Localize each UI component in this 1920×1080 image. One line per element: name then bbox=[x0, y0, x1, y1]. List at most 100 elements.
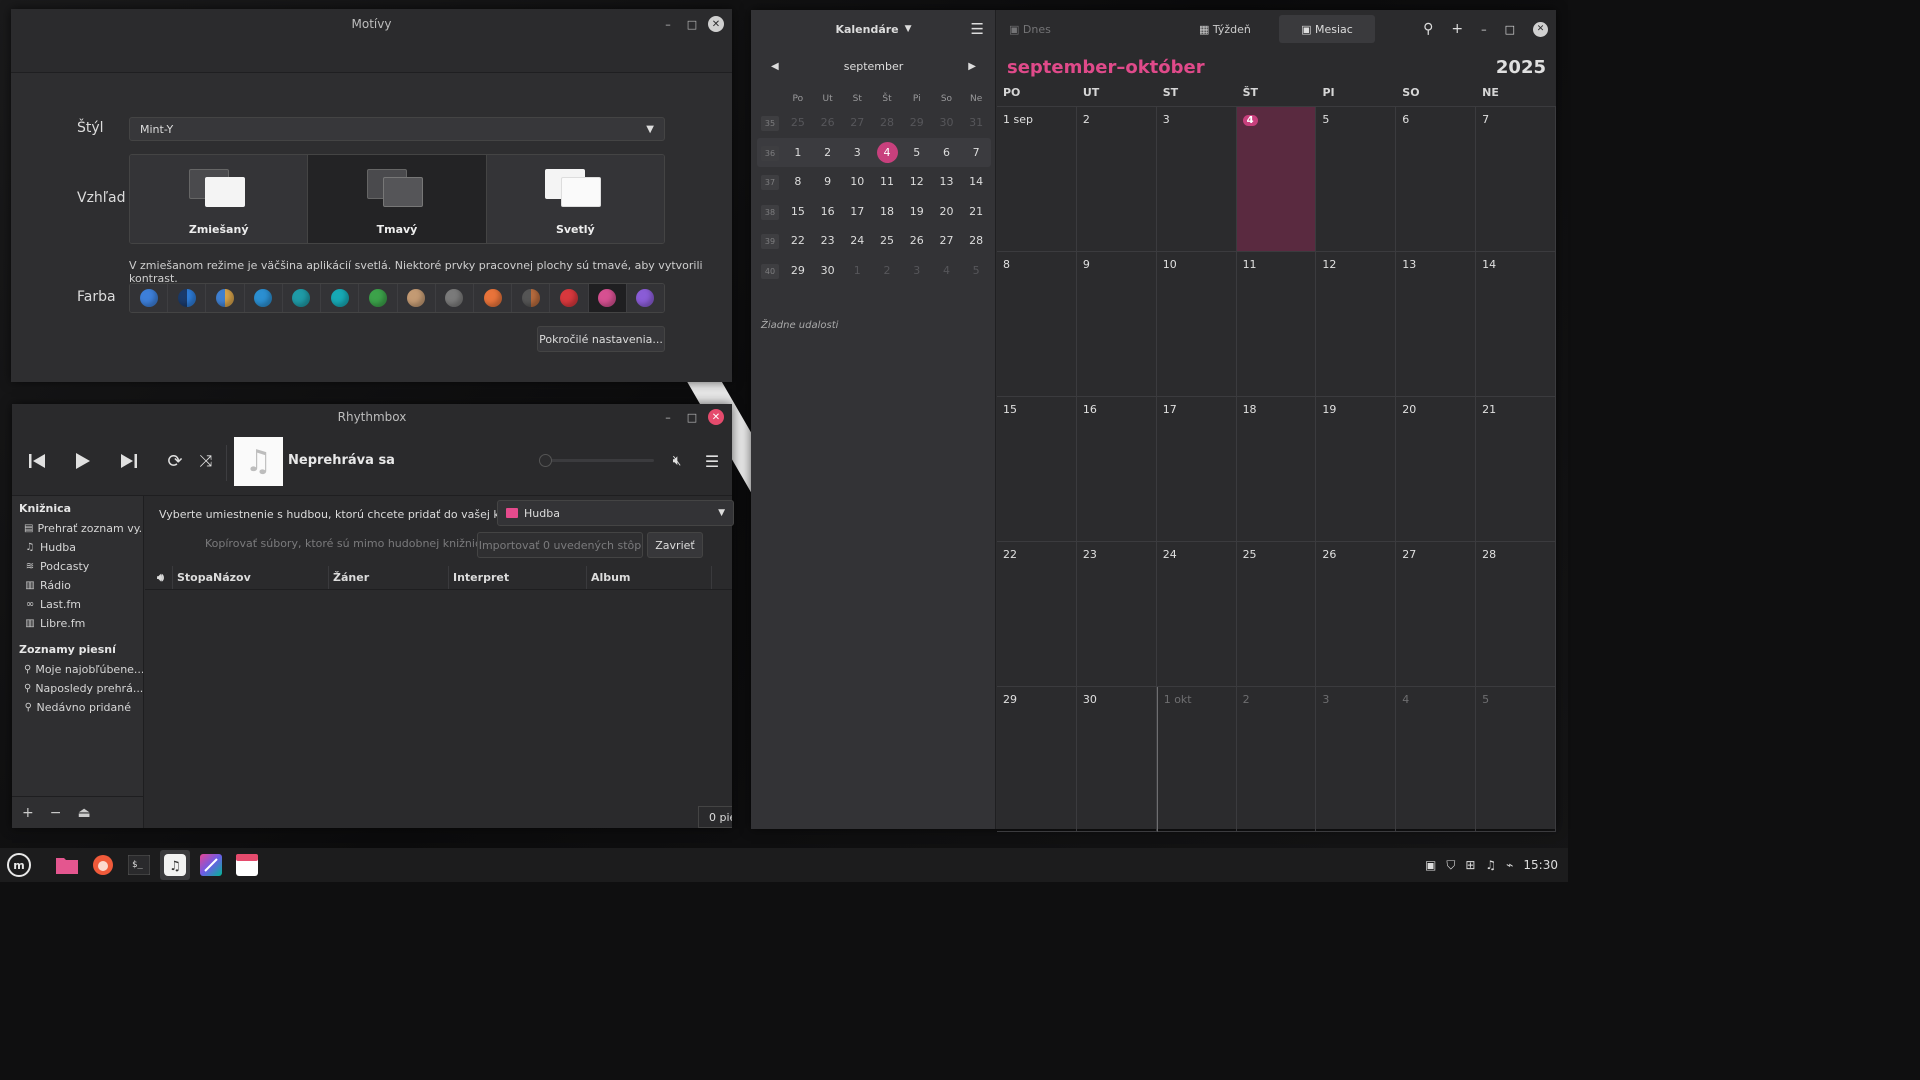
close-import-button[interactable]: Zavrieť bbox=[647, 532, 703, 558]
mini-day[interactable]: 28 bbox=[872, 116, 902, 129]
power-plug-icon[interactable]: ⌁ bbox=[1506, 858, 1513, 872]
day-cell[interactable]: 18 bbox=[1236, 397, 1317, 542]
maximize-icon[interactable]: □ bbox=[684, 16, 700, 32]
mini-day[interactable]: 13 bbox=[932, 175, 962, 188]
clipboard-icon[interactable]: ▣ bbox=[1425, 858, 1436, 872]
maximize-icon[interactable]: □ bbox=[684, 409, 700, 425]
search-icon[interactable]: ⚲ bbox=[1423, 21, 1433, 37]
day-cell[interactable]: 2 bbox=[1236, 687, 1317, 832]
mini-day[interactable]: 18 bbox=[872, 205, 902, 218]
day-cell[interactable]: 4 bbox=[1396, 687, 1477, 832]
mini-day[interactable]: 12 bbox=[902, 175, 932, 188]
firefox-icon[interactable] bbox=[88, 850, 118, 880]
advanced-settings-button[interactable]: Pokročilé nastavenia... bbox=[537, 326, 665, 352]
column-track[interactable]: Stopa bbox=[173, 566, 213, 589]
mini-day[interactable]: 15 bbox=[783, 205, 813, 218]
day-cell[interactable]: 3 bbox=[1316, 687, 1397, 832]
volume-column-icon[interactable]: 🔊︎ bbox=[145, 566, 173, 589]
sidebar-item-favorites[interactable]: ⚲ Moje najobľúbene... bbox=[12, 660, 143, 679]
mini-day[interactable]: 27 bbox=[842, 116, 872, 129]
mini-day[interactable]: 29 bbox=[902, 116, 932, 129]
day-cell[interactable]: 8 bbox=[997, 252, 1077, 397]
mini-day[interactable]: 6 bbox=[932, 146, 962, 159]
sidebar-item-librefm[interactable]: ▥ Libre.fm bbox=[12, 614, 143, 633]
day-cell[interactable]: 4 bbox=[1236, 107, 1317, 252]
look-light[interactable]: Svetlý bbox=[486, 155, 664, 243]
color-swatch[interactable] bbox=[282, 284, 322, 312]
shield-icon[interactable]: ⛉ bbox=[1446, 858, 1455, 873]
mini-day[interactable]: 4 bbox=[932, 264, 962, 277]
mini-day[interactable]: 29 bbox=[783, 264, 813, 277]
mini-day[interactable]: 17 bbox=[842, 205, 872, 218]
day-cell[interactable]: 14 bbox=[1476, 252, 1556, 397]
mini-day[interactable]: 20 bbox=[932, 205, 962, 218]
mini-day[interactable]: 26 bbox=[902, 234, 932, 247]
color-swatch[interactable] bbox=[473, 284, 513, 312]
day-cell[interactable]: 26 bbox=[1316, 542, 1397, 687]
color-swatch[interactable] bbox=[626, 284, 664, 312]
close-icon[interactable]: ✕ bbox=[708, 16, 724, 32]
minimize-icon[interactable]: – bbox=[660, 409, 676, 425]
music-note-icon[interactable]: ♫ bbox=[1485, 858, 1496, 872]
day-cell[interactable]: 10 bbox=[1156, 252, 1237, 397]
import-tracks-button[interactable]: Importovať 0 uvedených stôp bbox=[477, 532, 643, 558]
mini-day[interactable]: 4 bbox=[872, 141, 902, 163]
day-cell[interactable]: 19 bbox=[1316, 397, 1397, 542]
mini-day[interactable]: 25 bbox=[872, 234, 902, 247]
look-dark[interactable]: Tmavý bbox=[308, 155, 487, 243]
mini-day[interactable]: 3 bbox=[902, 264, 932, 277]
chevron-down-icon[interactable]: ▼ bbox=[905, 24, 912, 34]
day-cell[interactable]: 29 bbox=[997, 687, 1077, 832]
mini-day[interactable]: 31 bbox=[961, 116, 991, 129]
day-cell[interactable]: 7 bbox=[1476, 107, 1556, 252]
add-icon[interactable]: + bbox=[22, 805, 34, 821]
eject-icon[interactable]: ⏏ bbox=[77, 805, 90, 821]
look-mixed[interactable]: Zmiešaný bbox=[130, 155, 309, 243]
day-cell[interactable]: 5 bbox=[1476, 687, 1556, 832]
sidebar-item-lastfm[interactable]: ∞ Last.fm bbox=[12, 595, 143, 614]
mini-day[interactable]: 28 bbox=[961, 234, 991, 247]
remove-icon[interactable]: − bbox=[50, 805, 62, 821]
week-view-button[interactable]: ▦ Týždeň bbox=[1199, 23, 1251, 36]
play-icon[interactable] bbox=[72, 450, 94, 472]
day-cell[interactable]: 30 bbox=[1076, 687, 1157, 832]
color-swatch[interactable] bbox=[244, 284, 283, 312]
close-icon[interactable]: ✕ bbox=[708, 409, 724, 425]
day-cell[interactable]: 2 bbox=[1076, 107, 1157, 252]
style-dropdown[interactable]: Mint-Y ▼ bbox=[129, 117, 665, 141]
sidebar-item-recently-added[interactable]: ⚲ Nedávno pridané bbox=[12, 698, 143, 717]
mini-day[interactable]: 11 bbox=[872, 175, 902, 188]
next-icon[interactable] bbox=[118, 450, 140, 472]
mini-day[interactable]: 25 bbox=[783, 116, 813, 129]
color-swatch[interactable] bbox=[512, 284, 551, 312]
day-cell[interactable]: 20 bbox=[1396, 397, 1477, 542]
day-cell[interactable]: 23 bbox=[1076, 542, 1157, 687]
mini-day[interactable]: 5 bbox=[961, 264, 991, 277]
today-button[interactable]: ▣ Dnes bbox=[1009, 23, 1051, 36]
calendar-taskbar-icon[interactable] bbox=[232, 850, 262, 880]
mini-day[interactable]: 5 bbox=[902, 146, 932, 159]
mini-day[interactable]: 26 bbox=[813, 116, 843, 129]
day-cell[interactable]: 28 bbox=[1476, 542, 1556, 687]
day-cell[interactable]: 16 bbox=[1076, 397, 1157, 542]
mute-icon[interactable]: 🔇︎ bbox=[667, 451, 687, 471]
day-cell[interactable]: 17 bbox=[1156, 397, 1237, 542]
calendars-menu-button[interactable]: Kalendáre bbox=[835, 23, 898, 36]
mini-day[interactable]: 23 bbox=[813, 234, 843, 247]
sidebar-item-music[interactable]: ♫ Hudba bbox=[12, 538, 143, 557]
color-swatch[interactable] bbox=[130, 284, 169, 312]
mini-day[interactable]: 14 bbox=[961, 175, 991, 188]
day-cell[interactable]: 9 bbox=[1076, 252, 1157, 397]
mini-day[interactable]: 8 bbox=[783, 175, 813, 188]
next-month-icon[interactable]: ▶ bbox=[968, 61, 976, 72]
column-album[interactable]: Album bbox=[587, 566, 712, 589]
day-cell[interactable]: 12 bbox=[1316, 252, 1397, 397]
mini-day[interactable]: 22 bbox=[783, 234, 813, 247]
sidebar-item-radio[interactable]: ▥ Rádio bbox=[12, 576, 143, 595]
day-cell[interactable]: 3 bbox=[1156, 107, 1237, 252]
mini-day[interactable]: 19 bbox=[902, 205, 932, 218]
terminal-icon[interactable]: $_ bbox=[124, 850, 154, 880]
color-swatch[interactable] bbox=[550, 284, 589, 312]
menu-icon[interactable]: ☰ bbox=[702, 451, 722, 471]
sidebar-item-recently-played[interactable]: ⚲ Naposledy prehrá... bbox=[12, 679, 143, 698]
